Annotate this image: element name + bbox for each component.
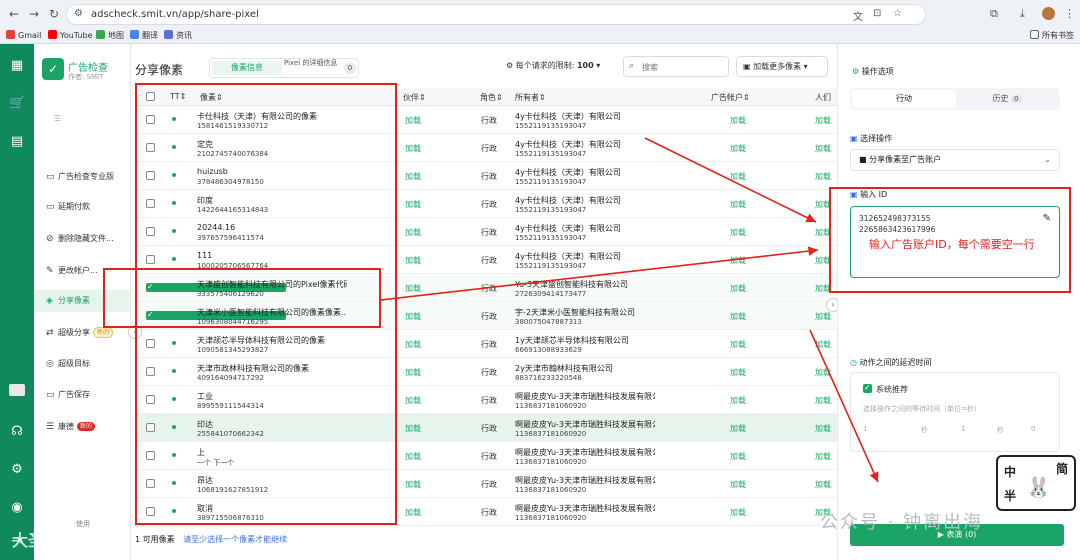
arrow-to-input [644, 137, 817, 223]
sticker-image: 中 简 半 🐰 [996, 455, 1076, 511]
watermark: 公众号 · 钟离出海 [820, 512, 984, 533]
arrow-to-submit [809, 329, 879, 483]
corner-watermark: 大圣跨境 [12, 531, 77, 550]
arrow-from-rows [379, 246, 819, 301]
annotation-arrows [379, 137, 879, 483]
bunny-icon: 🐰 [1026, 475, 1051, 499]
